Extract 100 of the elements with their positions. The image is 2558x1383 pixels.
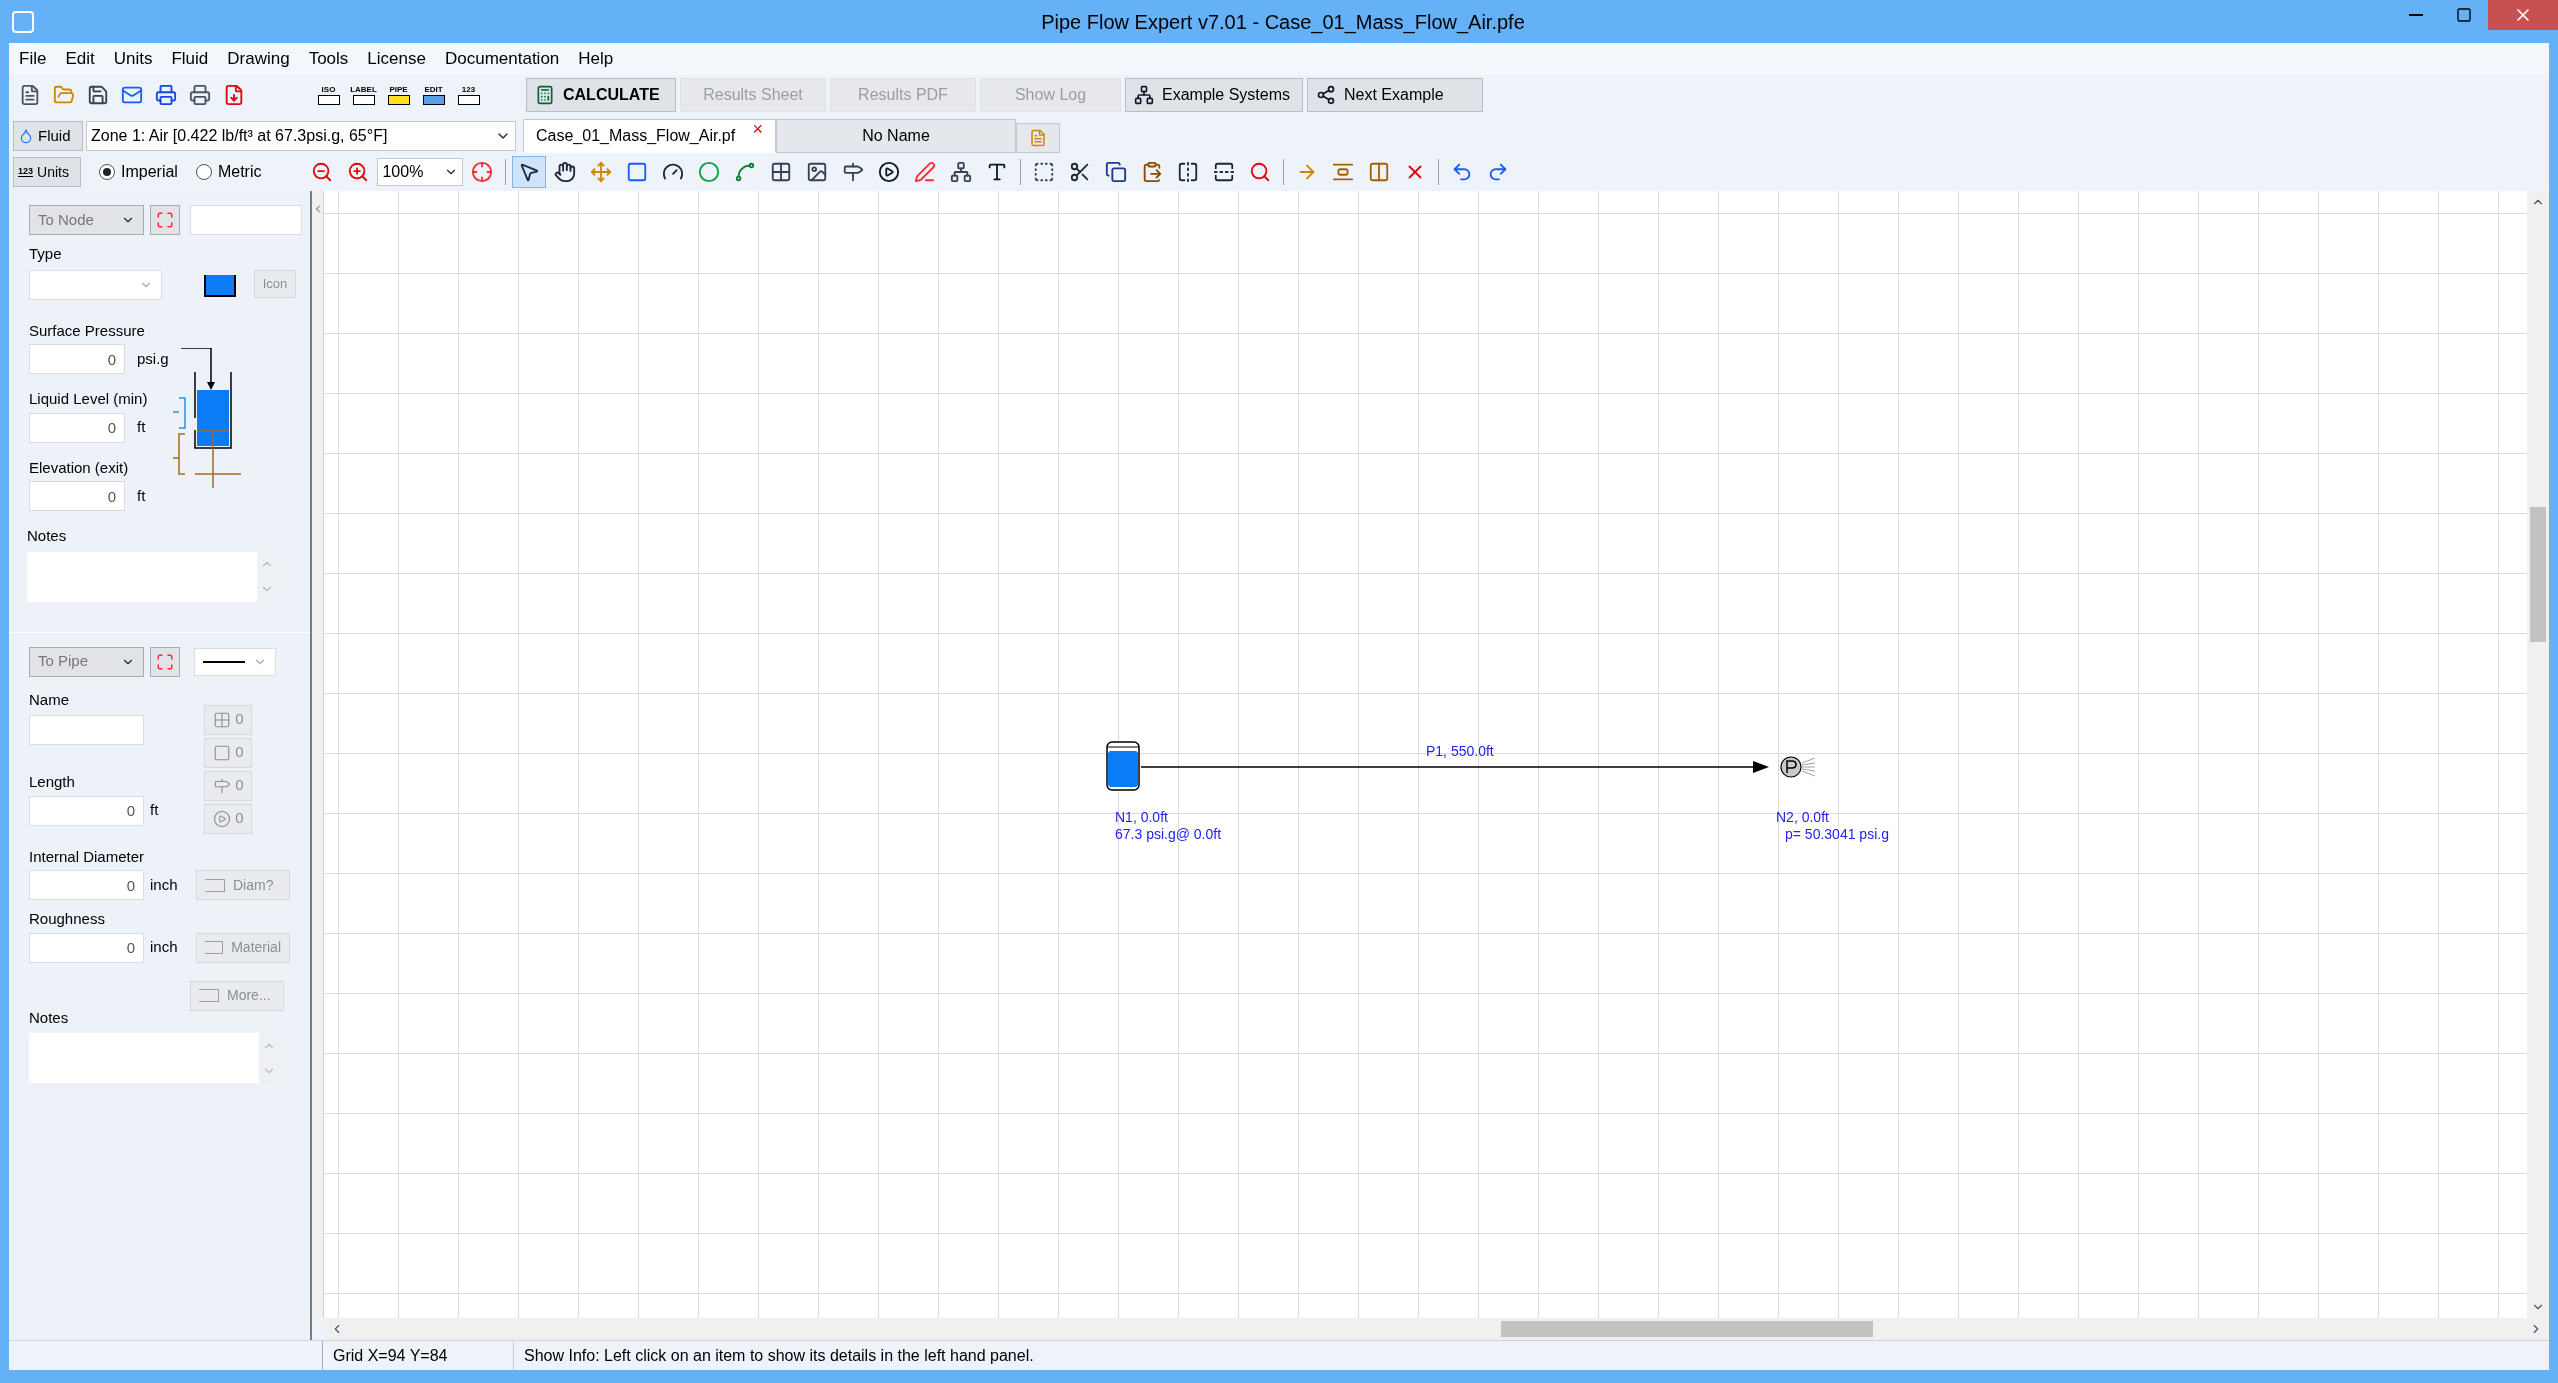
grid-status: Grid X=94 Y=84 <box>322 1341 513 1370</box>
text-field[interactable]: 0 <box>29 412 125 443</box>
field-label: Liquid Level (min) <box>29 389 149 409</box>
menu-item[interactable]: Documentation <box>444 46 560 72</box>
minimize-icon <box>2409 14 2423 16</box>
pipe-label: P1, 550.0ft <box>1426 742 1494 761</box>
label-tool-button[interactable]: ISO <box>311 79 346 111</box>
align-icon <box>1332 161 1355 183</box>
toolbar-button[interactable]: Next Example <box>1307 78 1483 112</box>
window-title: Pipe Flow Expert v7.01 - Case_01_Mass_Flow_Air.pfe <box>1041 9 1525 36</box>
flip-horizontal-icon <box>1177 161 1200 183</box>
node-name-field[interactable] <box>190 205 302 235</box>
button-glyph-icon <box>205 941 224 954</box>
app-icon <box>12 10 34 33</box>
mail-icon <box>121 84 143 106</box>
zoom-in-icon <box>347 161 370 183</box>
unit-label: psi.g <box>137 348 169 369</box>
node-label: N1, 0.0ft <box>1115 809 1169 826</box>
button-glyph-icon <box>205 878 225 892</box>
label-tool-button[interactable]: PIPE <box>381 79 416 111</box>
scroll-bar[interactable] <box>257 551 277 602</box>
type-label: Type <box>29 244 63 264</box>
text-field[interactable]: 0 <box>29 795 144 826</box>
new-document-icon <box>1029 129 1047 147</box>
unit-radio[interactable]: Imperial <box>99 160 178 184</box>
tank-node[interactable] <box>1106 741 1140 791</box>
unit-label: inch <box>150 874 179 895</box>
folder-icon <box>53 84 75 106</box>
pointer-icon <box>518 161 541 183</box>
vertical-scroll-bar[interactable] <box>2527 191 2549 1318</box>
pointer-button[interactable] <box>512 156 547 188</box>
button-glyph-icon <box>199 989 219 1002</box>
maximize-icon <box>2456 7 2472 23</box>
paste-icon <box>1141 161 1164 183</box>
pen-icon <box>914 161 937 183</box>
line-style-icon <box>203 660 245 663</box>
label-tool-button[interactable]: EDIT <box>416 79 451 111</box>
text-field[interactable]: 0 <box>29 932 144 963</box>
field-label: Name <box>29 689 70 710</box>
menu-item[interactable]: Edit <box>65 46 95 72</box>
notes-field[interactable] <box>27 551 277 602</box>
scroll-thumb[interactable] <box>1500 1321 1873 1337</box>
locate-button[interactable] <box>150 205 180 235</box>
field-label: Roughness <box>29 909 106 929</box>
save-icon <box>87 84 109 106</box>
label-tool-button[interactable]: 123 <box>451 79 486 111</box>
fluid-zone-dropdown[interactable]: Zone 1: Air [0.422 lb/ft³ at 67.3psi.g, 65°F] <box>86 121 516 151</box>
pipe-name-field[interactable] <box>29 715 144 745</box>
unit-radio[interactable]: Metric <box>195 160 262 184</box>
notes-field[interactable] <box>29 1033 279 1083</box>
unit-label: ft <box>137 417 146 438</box>
text-field[interactable]: 0 <box>29 481 125 511</box>
menu-item[interactable]: Units <box>113 46 153 72</box>
field-label: Surface Pressure <box>29 320 146 341</box>
select-box-icon <box>1033 161 1056 183</box>
menu-item[interactable]: File <box>19 46 47 72</box>
scroll-thumb[interactable] <box>2530 507 2546 642</box>
menu-item[interactable]: Tools <box>308 46 349 72</box>
horizontal-scroll-bar[interactable] <box>324 1318 2549 1340</box>
unit-label: ft <box>150 800 159 821</box>
field-label: Length <box>29 772 76 792</box>
move-icon <box>590 161 613 183</box>
pipe-icon <box>734 161 757 183</box>
pipe-line[interactable] <box>1141 760 1771 774</box>
node-label: p= 50.3041 psi.g <box>1785 826 1889 843</box>
zoom-icon <box>1249 161 1272 183</box>
unit-label: ft <box>137 485 146 506</box>
menu-item[interactable]: License <box>367 46 426 72</box>
text-field[interactable]: 0 <box>29 870 144 900</box>
menu-item[interactable]: Help <box>578 46 614 72</box>
tab-close-icon[interactable]: × <box>752 120 763 138</box>
line-style-dropdown[interactable] <box>194 647 276 676</box>
print-preview-icon <box>155 84 177 106</box>
menu-item[interactable]: Drawing <box>227 46 290 72</box>
document-tab[interactable]: No Name <box>776 119 1016 153</box>
fluid-button[interactable]: Fluid <box>13 121 83 151</box>
drawing-canvas[interactable]: P1, 550.0ft N1, 0.0ft 67.3 psi.g@ 0.0ft N2, 0.0ft p= 50.3041 psi.g <box>324 191 2527 1318</box>
pump-icon <box>878 161 901 183</box>
print-icon <box>189 84 211 106</box>
target-dropdown[interactable]: To Node <box>29 205 144 235</box>
hand-icon <box>554 161 577 183</box>
notes-label: Notes <box>29 1007 70 1028</box>
scroll-bar[interactable] <box>259 1033 279 1083</box>
notes-label: Notes <box>27 526 68 546</box>
units-button[interactable]: 123 Units <box>13 157 81 187</box>
menu-item[interactable]: Fluid <box>171 46 209 72</box>
unit-label: inch <box>150 937 179 958</box>
label-tool-button[interactable]: LABEL <box>346 79 381 111</box>
toolbar-button[interactable]: Example Systems <box>1125 78 1303 112</box>
field-label: Elevation (exit) <box>29 457 130 478</box>
toolbar-button[interactable]: CALCULATE <box>526 78 676 112</box>
zoom-dropdown[interactable]: 100% <box>377 158 464 186</box>
locate-button[interactable] <box>150 646 180 677</box>
node-label: N2, 0.0ft <box>1776 809 1830 826</box>
droplet-icon <box>18 128 34 144</box>
flip-vertical-icon <box>1213 161 1236 183</box>
text-field[interactable]: 0 <box>29 344 125 374</box>
document-tab[interactable]: Case_01_Mass_Flow_Air.pf × <box>523 119 776 153</box>
info-status: Show Info: Left click on an item to show its details in the left hand panel. <box>513 1341 1034 1370</box>
field-label: Internal Diameter <box>29 846 146 867</box>
